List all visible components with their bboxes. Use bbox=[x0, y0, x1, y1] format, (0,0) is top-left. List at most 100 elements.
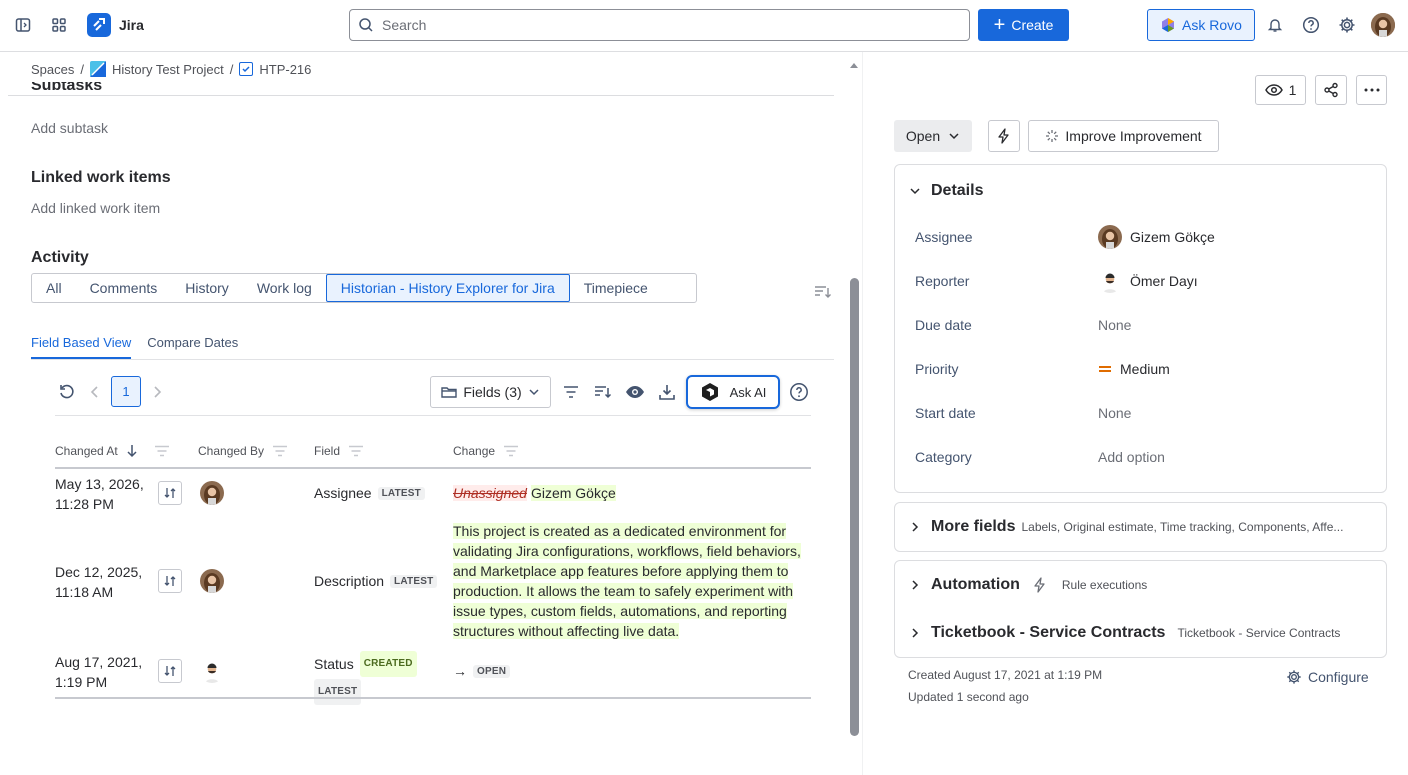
settings-gear-icon[interactable] bbox=[1333, 11, 1361, 39]
avatar[interactable] bbox=[200, 659, 224, 683]
due-date-value[interactable]: None bbox=[1098, 317, 1131, 333]
column-filter-icon[interactable] bbox=[503, 445, 519, 457]
toolbar-divider bbox=[55, 415, 811, 416]
breadcrumb-project[interactable]: History Test Project bbox=[112, 62, 224, 77]
task-checkbox-icon bbox=[239, 62, 254, 76]
category-label: Category bbox=[915, 449, 972, 465]
updated-timestamp: Updated 1 second ago bbox=[908, 690, 1029, 704]
improve-label: Improve Improvement bbox=[1065, 128, 1202, 144]
more-fields-header[interactable]: More fields Labels, Original estimate, T… bbox=[909, 518, 1343, 536]
revert-icon[interactable] bbox=[158, 481, 182, 505]
sidebar-toggle-icon[interactable] bbox=[9, 11, 37, 39]
fields-label: Fields (3) bbox=[463, 384, 522, 400]
configure-label: Configure bbox=[1308, 669, 1369, 685]
column-header-changed-by[interactable]: Changed By bbox=[198, 444, 288, 458]
sort-icon[interactable] bbox=[594, 384, 612, 403]
filter-icon[interactable] bbox=[562, 384, 580, 403]
ai-hexagon-icon bbox=[701, 383, 718, 401]
more-fields-title: More fields bbox=[931, 518, 1016, 535]
project-icon bbox=[90, 61, 106, 77]
notifications-bell-icon[interactable] bbox=[1261, 11, 1289, 39]
add-subtask-link[interactable]: Add subtask bbox=[31, 120, 108, 136]
next-page-chevron-icon[interactable] bbox=[151, 385, 163, 402]
add-linked-work-item-link[interactable]: Add linked work item bbox=[31, 200, 160, 216]
column-filter-icon[interactable] bbox=[348, 445, 364, 457]
automation-header[interactable]: Automation Rule executions bbox=[909, 576, 1147, 594]
page-number-button[interactable]: 1 bbox=[111, 376, 141, 407]
gear-icon bbox=[1287, 670, 1301, 684]
category-value[interactable]: Add option bbox=[1098, 449, 1165, 465]
ticketbook-summary: Ticketbook - Service Contracts bbox=[1177, 626, 1341, 640]
help-icon[interactable] bbox=[1297, 11, 1325, 39]
sort-descending-icon[interactable] bbox=[126, 444, 138, 458]
column-filter-icon[interactable] bbox=[272, 445, 288, 457]
more-fields-panel[interactable]: More fields Labels, Original estimate, T… bbox=[894, 502, 1387, 552]
ticketbook-title: Ticketbook - Service Contracts bbox=[931, 624, 1166, 641]
app-switcher-icon[interactable] bbox=[45, 11, 73, 39]
more-actions-icon[interactable] bbox=[1356, 75, 1387, 105]
user-avatar[interactable] bbox=[1371, 13, 1395, 37]
priority-text: Medium bbox=[1120, 361, 1170, 377]
column-filter-icon[interactable] bbox=[154, 445, 170, 457]
details-header[interactable]: Details bbox=[909, 182, 983, 200]
ticketbook-header[interactable]: Ticketbook - Service Contracts Ticketboo… bbox=[909, 624, 1340, 642]
chevron-down-icon bbox=[949, 133, 959, 140]
revert-icon[interactable] bbox=[158, 659, 182, 683]
change-cell: Unassigned Gizem Gökçe bbox=[453, 485, 616, 501]
revert-icon[interactable] bbox=[158, 569, 182, 593]
tab-timepiece[interactable]: Timepiece bbox=[570, 274, 662, 302]
change-time: 11:18 AM bbox=[55, 584, 114, 600]
improve-improvement-button[interactable]: Improve Improvement bbox=[1028, 120, 1219, 152]
search-input[interactable]: Search bbox=[349, 9, 970, 41]
breadcrumb-spaces[interactable]: Spaces bbox=[31, 62, 74, 77]
tab-all[interactable]: All bbox=[32, 274, 76, 302]
ask-ai-label: Ask AI bbox=[729, 384, 767, 400]
activity-tabs: All Comments History Work log Historian … bbox=[31, 273, 697, 303]
tab-comments[interactable]: Comments bbox=[76, 274, 172, 302]
column-header-field[interactable]: Field bbox=[314, 444, 364, 458]
subtasks-heading-clip: Subtasks bbox=[31, 82, 231, 95]
eye-icon[interactable] bbox=[625, 384, 645, 403]
latest-badge: LATEST bbox=[390, 574, 438, 588]
activity-heading: Activity bbox=[31, 249, 89, 266]
download-icon[interactable] bbox=[658, 383, 676, 404]
column-header-changed-at[interactable]: Changed At bbox=[55, 444, 170, 458]
jira-logo[interactable]: Jira bbox=[87, 13, 144, 37]
avatar[interactable] bbox=[200, 569, 224, 593]
ask-rovo-button[interactable]: Ask Rovo bbox=[1147, 9, 1255, 41]
description-line: and Marketplace app features before appl… bbox=[453, 563, 789, 579]
lightning-icon[interactable] bbox=[988, 120, 1020, 152]
avatar[interactable] bbox=[200, 481, 224, 505]
tab-history[interactable]: History bbox=[171, 274, 243, 302]
create-button[interactable]: + Create bbox=[978, 9, 1069, 41]
tab-field-based-view[interactable]: Field Based View bbox=[31, 335, 132, 359]
tab-work-log[interactable]: Work log bbox=[243, 274, 326, 302]
scroll-up-arrow-icon[interactable] bbox=[849, 56, 859, 68]
sort-activity-icon[interactable] bbox=[814, 284, 832, 303]
prev-page-chevron-icon[interactable] bbox=[89, 385, 101, 402]
reporter-name: Ömer Dayı bbox=[1130, 273, 1198, 289]
ask-ai-button[interactable]: Ask AI bbox=[686, 375, 780, 409]
change-date: Aug 17, 2021, bbox=[55, 654, 143, 670]
priority-value[interactable]: Medium bbox=[1098, 361, 1170, 377]
tab-historian[interactable]: Historian - History Explorer for Jira bbox=[325, 274, 570, 302]
chevron-right-icon bbox=[912, 580, 919, 590]
assignee-name: Gizem Gökçe bbox=[1130, 229, 1215, 245]
column-header-change[interactable]: Change bbox=[453, 444, 519, 458]
status-lozenge: OPEN bbox=[473, 664, 511, 678]
scrollbar-thumb[interactable] bbox=[850, 278, 859, 736]
fields-dropdown-button[interactable]: Fields (3) bbox=[430, 376, 551, 408]
share-icon[interactable] bbox=[1315, 75, 1347, 105]
refresh-icon[interactable] bbox=[58, 383, 76, 404]
status-dropdown-button[interactable]: Open bbox=[894, 120, 972, 152]
breadcrumb-issue-key[interactable]: HTP-216 bbox=[259, 62, 311, 77]
help-circle-icon[interactable] bbox=[789, 382, 809, 405]
start-date-value[interactable]: None bbox=[1098, 405, 1131, 421]
rovo-icon bbox=[1162, 18, 1175, 32]
tab-compare-dates[interactable]: Compare Dates bbox=[147, 335, 238, 359]
reporter-value[interactable]: Ömer Dayı bbox=[1098, 269, 1198, 293]
changed-at-cell: Aug 17, 2021, 1:19 PM bbox=[55, 652, 142, 692]
assignee-value[interactable]: Gizem Gökçe bbox=[1098, 225, 1215, 249]
configure-button[interactable]: Configure bbox=[1286, 669, 1369, 685]
watchers-button[interactable]: 1 bbox=[1255, 75, 1306, 105]
